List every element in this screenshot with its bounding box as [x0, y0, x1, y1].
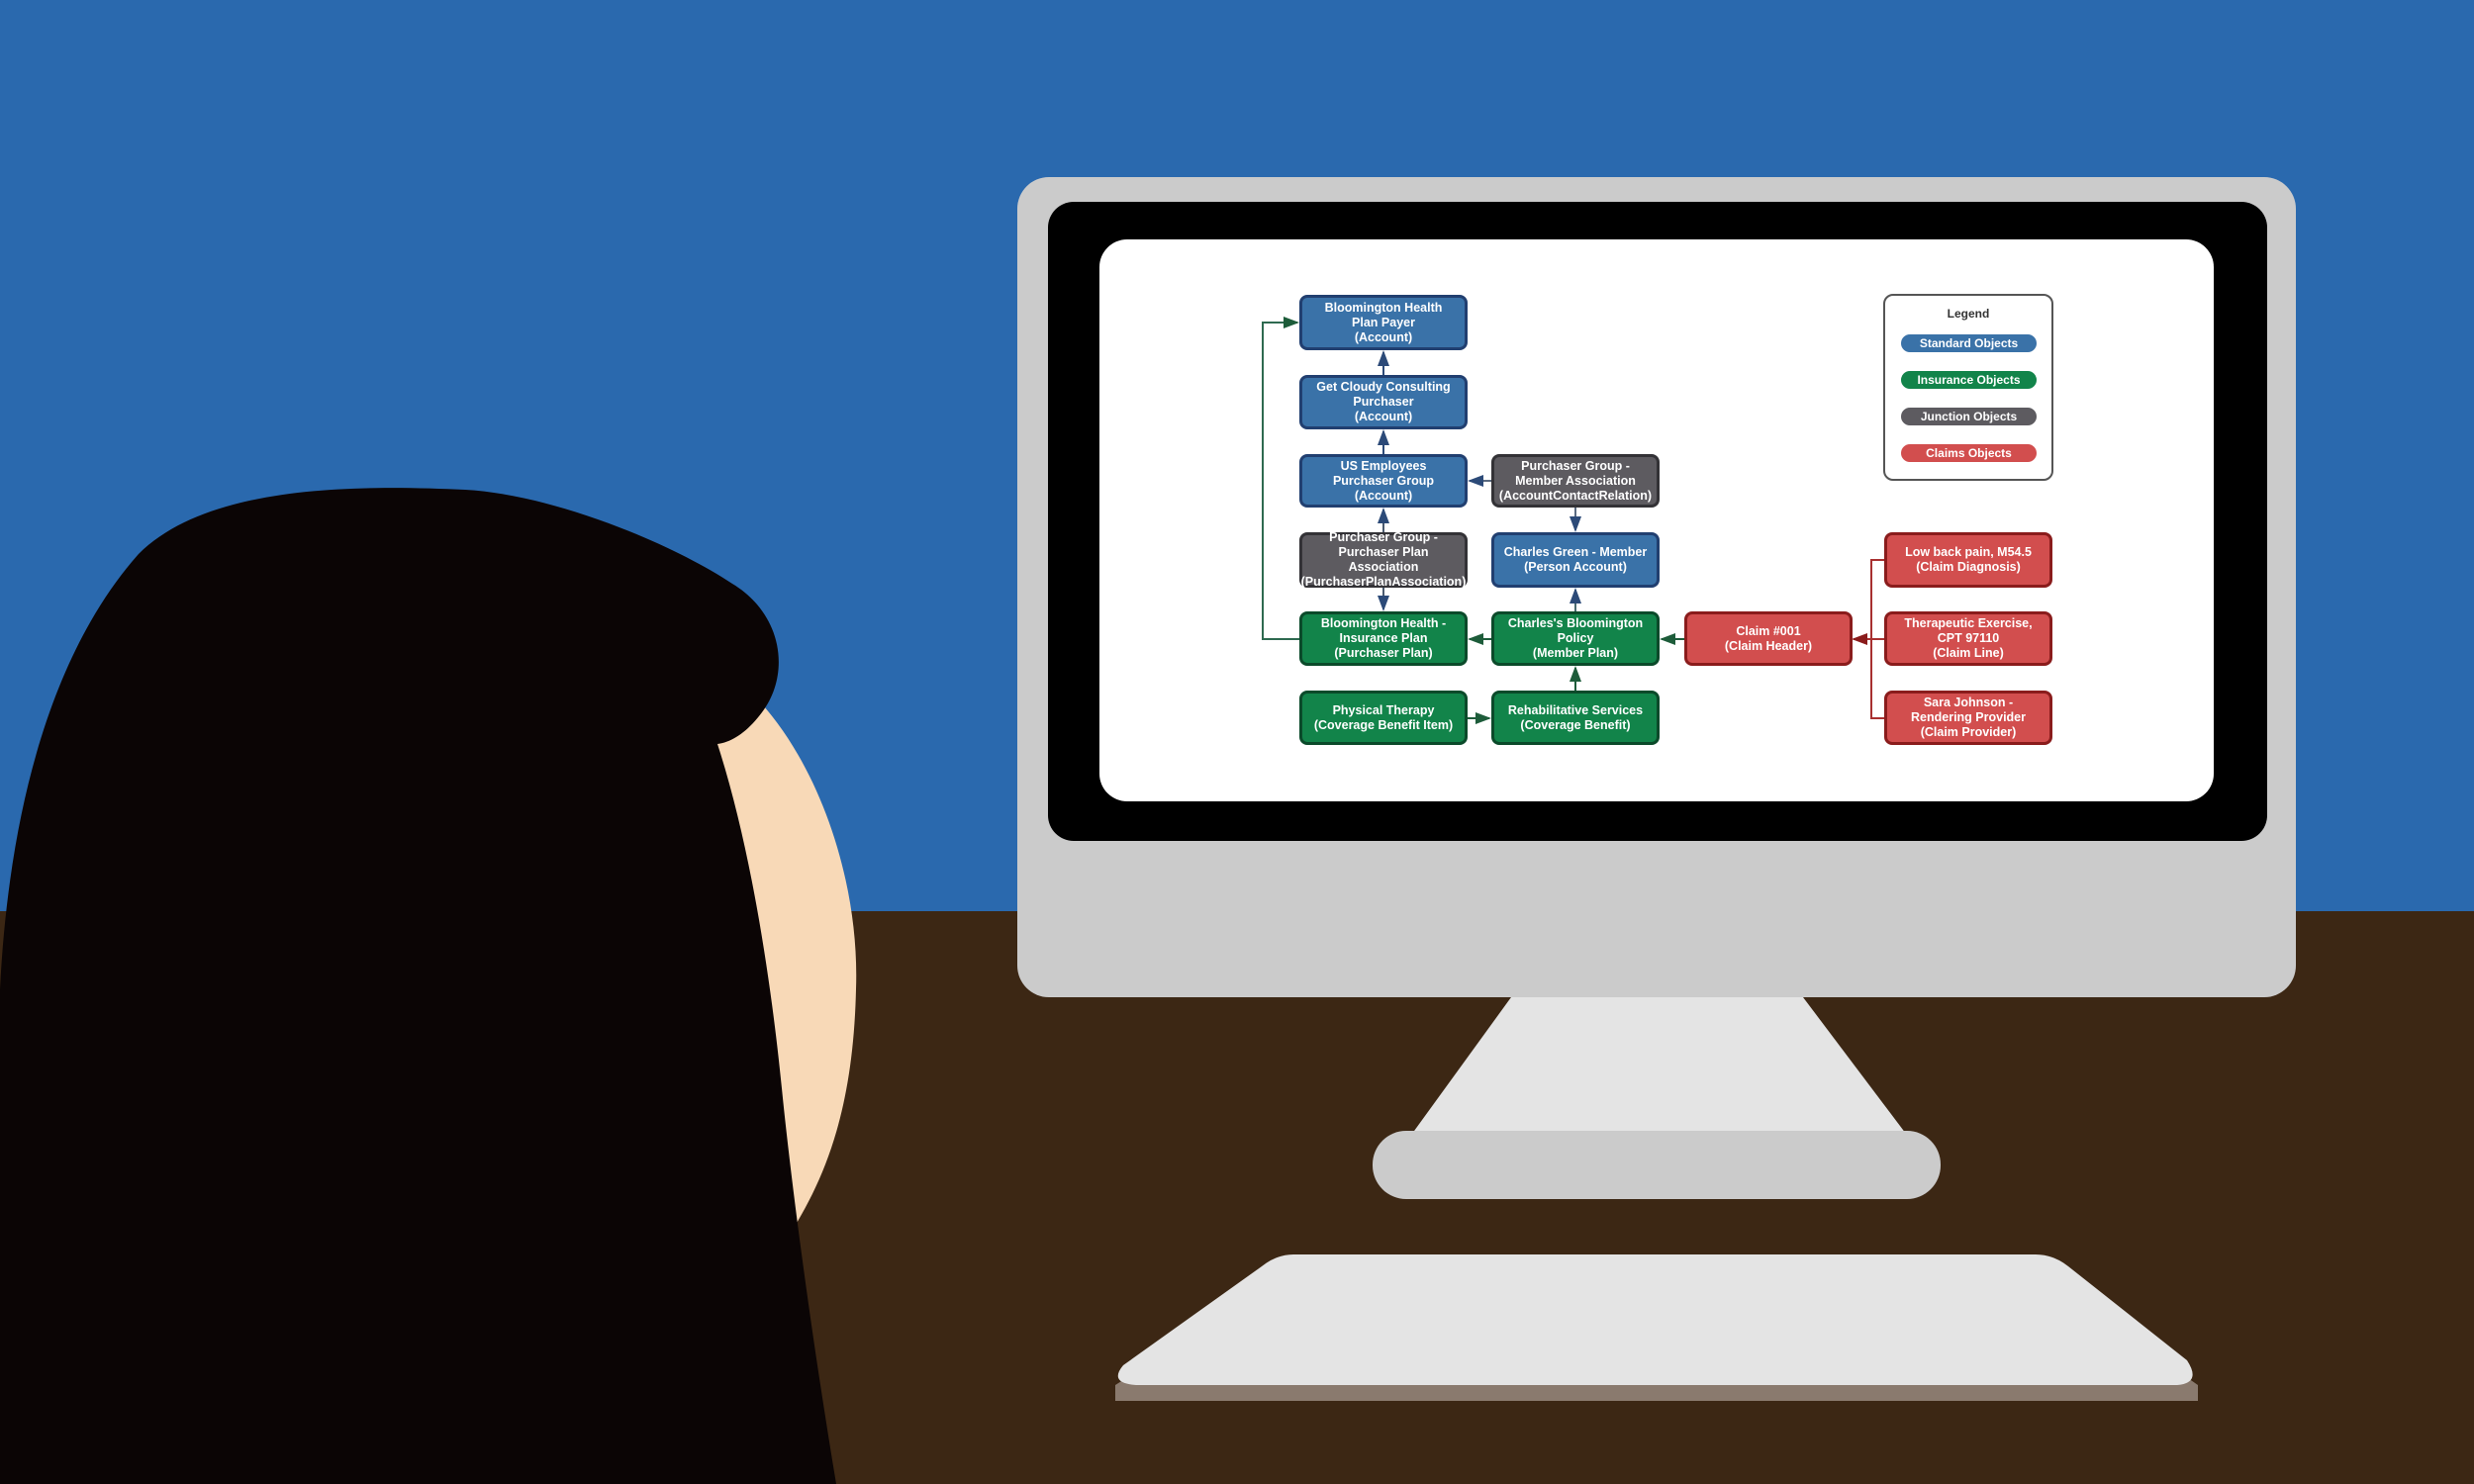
node-text: Purchaser Plan Association — [1338, 545, 1429, 574]
node-text: (Member Plan) — [1532, 646, 1619, 660]
node-text: (PurchaserPlanAssociation) — [1300, 575, 1467, 589]
diagram-connectors — [1262, 317, 1884, 724]
node-text: (Claim Line) — [1933, 646, 2004, 660]
node-text: Rehabilitative Services — [1507, 702, 1644, 717]
node-text: (Claim Diagnosis) — [1916, 560, 2021, 574]
node-text: (Coverage Benefit) — [1520, 717, 1631, 732]
node-text: CPT 97110 — [1937, 631, 2000, 645]
node-text: Sara Johnson - — [1923, 696, 2014, 709]
node-text: Claim #001 — [1736, 623, 1801, 638]
node-text: (Claim Provider) — [1920, 725, 2017, 739]
node-text: Charles's Bloomington — [1507, 616, 1644, 630]
node-text: Therapeutic Exercise, — [1904, 616, 2033, 630]
node-text: Bloomington Health - — [1320, 616, 1447, 630]
node-claim-provider[interactable]: Sara Johnson - Rendering Provider (Claim P… — [1884, 691, 2052, 745]
node-claim-line[interactable]: Therapeutic Exercise, CPT 97110 (Claim Lin… — [1884, 611, 2052, 666]
node-member[interactable]: Charles Green - Member (Person Account) — [1491, 532, 1660, 588]
node-text: (Purchaser Plan) — [1334, 646, 1433, 660]
node-text: (Account) — [1354, 329, 1413, 344]
node-member-association[interactable]: Purchaser Group - Member Association (Acco… — [1491, 454, 1660, 508]
node-text: (Person Account) — [1524, 560, 1627, 574]
node-insurance-plan[interactable]: Bloomington Health - Insurance Plan (Purch… — [1299, 611, 1468, 666]
node-text: (Claim Header) — [1724, 638, 1813, 653]
node-text: Low back pain, M54.5 — [1905, 545, 2032, 559]
node-text: Purchaser Group - — [1521, 458, 1630, 473]
node-text: Policy — [1557, 631, 1594, 645]
node-text: Purchaser Group - — [1329, 530, 1438, 544]
legend-title: Legend — [1947, 307, 1990, 321]
node-text: (Coverage Benefit Item) — [1313, 717, 1454, 732]
node-purchaser[interactable]: Get Cloudy Consulting Purchaser (Account) — [1299, 375, 1468, 429]
node-text: Physical Therapy — [1332, 702, 1435, 717]
node-plan-association[interactable]: Purchaser Group - Purchaser Plan Associat… — [1299, 530, 1468, 589]
connector — [1262, 317, 1299, 640]
node-text: (Account) — [1354, 410, 1413, 423]
legend: Legend Standard Objects Insurance Object… — [1883, 294, 2053, 481]
node-text: (AccountContactRelation) — [1498, 488, 1653, 503]
node-text: Charles Green - Member — [1503, 545, 1648, 559]
node-text: Bloomington Health — [1324, 300, 1443, 315]
node-member-policy[interactable]: Charles's Bloomington Policy (Member Plan) — [1491, 611, 1660, 666]
node-text: Plan Payer — [1352, 315, 1415, 329]
legend-junction-objects: Junction Objects — [1898, 405, 2040, 428]
node-text: US Employees — [1340, 458, 1427, 473]
legend-standard-objects: Standard Objects — [1898, 331, 2040, 355]
node-coverage-benefit-item[interactable]: Physical Therapy (Coverage Benefit Item) — [1299, 691, 1468, 745]
legend-insurance-objects: Insurance Objects — [1898, 368, 2040, 392]
node-purchaser-group[interactable]: US Employees Purchaser Group (Account) — [1299, 454, 1468, 508]
node-claim-diagnosis[interactable]: Low back pain, M54.5 (Claim Diagnosis) — [1884, 532, 2052, 588]
node-coverage-benefit[interactable]: Rehabilitative Services (Coverage Benefit… — [1491, 691, 1660, 745]
node-text: Get Cloudy Consulting — [1316, 380, 1451, 394]
node-text: (Account) — [1354, 488, 1413, 503]
node-plan-payer[interactable]: Bloomington Health Plan Payer (Account) — [1299, 295, 1468, 350]
node-text: Purchaser — [1353, 395, 1414, 409]
node-claim-header[interactable]: Claim #001 (Claim Header) — [1684, 611, 1853, 666]
node-text: Purchaser Group — [1332, 473, 1435, 488]
node-text: Insurance Plan — [1339, 631, 1428, 645]
node-text: Rendering Provider — [1911, 710, 2026, 724]
node-text: Member Association — [1515, 473, 1636, 488]
legend-claims-objects: Claims Objects — [1898, 441, 2040, 465]
